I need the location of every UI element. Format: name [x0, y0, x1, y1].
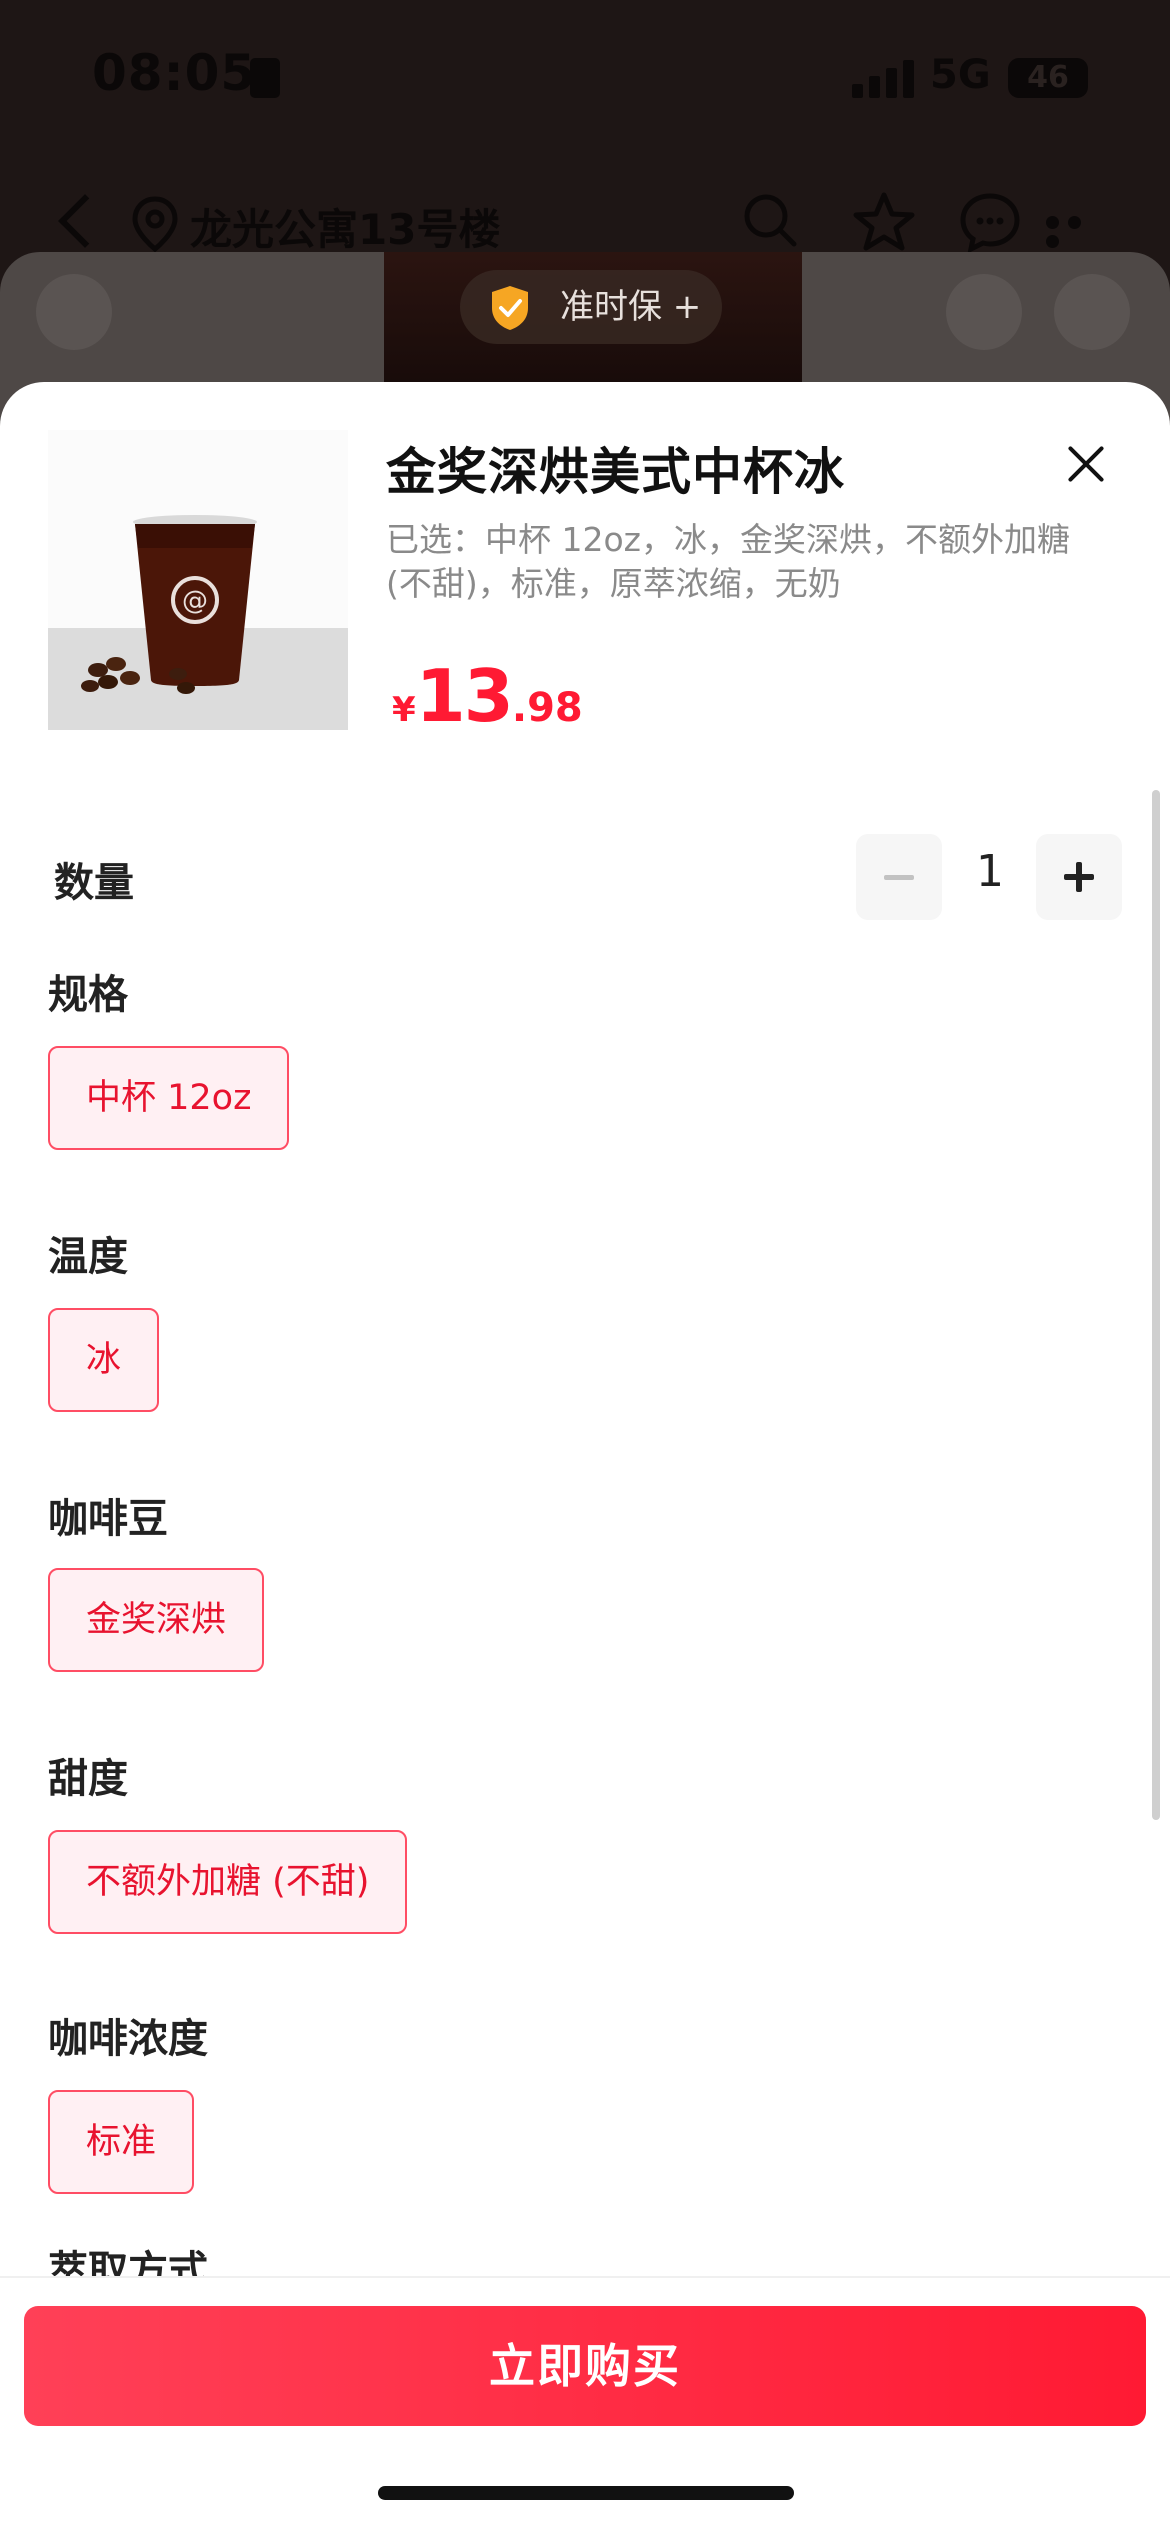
option-chip-strength[interactable]: 标准: [48, 2090, 195, 2194]
selected-specs: 已选：中杯 12oz，冰，金奖深烘，不额外加糖 (不甜)，标准，原萃浓缩，无奶: [386, 520, 1070, 603]
coffee-beans-image: [81, 657, 195, 694]
ontime-badge[interactable]: 准时保 +: [460, 270, 722, 344]
quantity-label: 数量: [54, 860, 134, 906]
quantity-value: 1: [976, 846, 1004, 897]
quantity-decrease-button[interactable]: [856, 834, 942, 920]
ontime-label: 准时保 +: [560, 287, 702, 327]
option-label-temperature: 温度: [48, 1234, 128, 1280]
share-icon[interactable]: [1054, 274, 1130, 350]
option-chip-temperature[interactable]: 冰: [48, 1308, 160, 1412]
location-pin-icon: [132, 196, 178, 252]
collapse-icon[interactable]: [36, 274, 112, 350]
product-image: @: [48, 430, 348, 730]
scrollbar[interactable]: [1152, 790, 1160, 1820]
close-icon[interactable]: [1060, 438, 1112, 490]
id-card-icon: [250, 58, 280, 98]
home-indicator[interactable]: [378, 2486, 794, 2500]
price-integer: 13: [415, 654, 514, 738]
option-chip-beans[interactable]: 金奖深烘: [48, 1568, 265, 1672]
chat-icon[interactable]: [958, 190, 1022, 254]
battery-icon: 46: [1008, 58, 1088, 98]
option-chip-sweetness[interactable]: 不额外加糖 (不甜): [48, 1830, 408, 1934]
option-label-beans: 咖啡豆: [48, 1496, 168, 1542]
buy-now-button[interactable]: 立即购买: [24, 2306, 1146, 2426]
quantity-increase-button[interactable]: [1036, 834, 1122, 920]
option-label-sweetness: 甜度: [48, 1756, 128, 1802]
option-label-size: 规格: [48, 972, 128, 1018]
more-icon[interactable]: [1046, 214, 1110, 248]
option-chip-size[interactable]: 中杯 12oz: [48, 1046, 290, 1150]
favorite-icon[interactable]: [946, 274, 1022, 350]
signal-icon: [852, 60, 916, 98]
network-type: 5G: [930, 52, 991, 98]
option-label-strength: 咖啡浓度: [48, 2016, 208, 2062]
product-title: 金奖深烘美式中杯冰: [386, 443, 845, 501]
status-time: 08:05: [92, 44, 257, 102]
cup-logo: @: [182, 586, 208, 616]
price-decimal: .98: [511, 685, 583, 731]
star-icon[interactable]: [852, 190, 916, 254]
back-arrow-icon[interactable]: [48, 190, 104, 254]
price-currency: ¥: [392, 690, 416, 730]
product-price: ¥13.98: [392, 654, 583, 738]
location-title[interactable]: 龙光公寓13号楼: [190, 196, 500, 257]
status-bar: 08:05 5G 46: [0, 0, 1170, 150]
shield-check-icon: [492, 286, 528, 330]
spec-sheet: @ 金奖深烘美式中杯冰 已选：中杯 12oz，冰，金奖深烘，不额外加糖 (不甜)…: [0, 382, 1170, 2532]
search-icon[interactable]: [740, 190, 800, 250]
